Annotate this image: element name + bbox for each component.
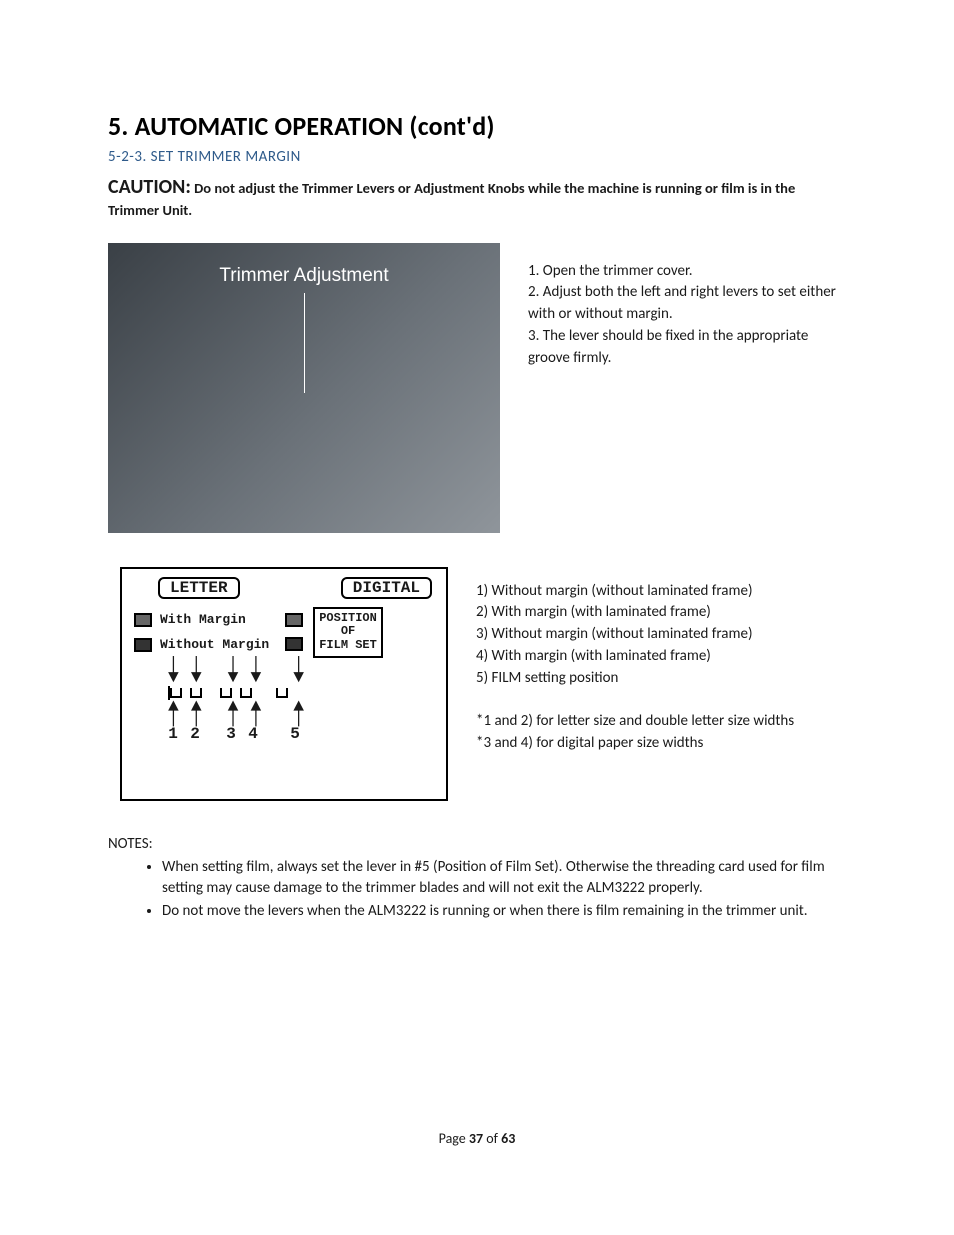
step-2: 2. Adjust both the left and right levers…	[528, 282, 846, 326]
diagram-and-list-row: LETTER DIGITAL With Margin Without Margi…	[108, 567, 846, 801]
footer-prefix: Page	[439, 1130, 469, 1147]
trimmer-adjustment-photo: Trimmer Adjustment	[108, 243, 500, 533]
diagram-up-arrows: ▲│ ▲│ ▲│ ▲│ ▲│	[128, 700, 440, 724]
legend-square-icon	[285, 613, 303, 627]
caution-label: CAUTION:	[108, 175, 191, 199]
margin-option-3: 3) Without margin (without laminated fra…	[476, 624, 794, 646]
section-heading: 5. AUTOMATIC OPERATION (cont'd)	[108, 110, 846, 142]
step-1: 1. Open the trimmer cover.	[528, 261, 846, 283]
footer-of: of	[483, 1130, 501, 1147]
caution-paragraph: CAUTION: Do not adjust the Trimmer Lever…	[108, 174, 846, 221]
margin-option-2: 2) With margin (with laminated frame)	[476, 602, 794, 624]
notes-label: NOTES:	[108, 835, 846, 853]
filmset-line: OF	[319, 625, 377, 639]
margin-option-5: 5) FILM setting position	[476, 668, 794, 690]
margin-footnote-2: *3 and 4) for digital paper size widths	[476, 733, 794, 755]
diagram-slots	[168, 686, 404, 700]
caution-text: Do not adjust the Trimmer Levers or Adju…	[108, 179, 795, 219]
diagram-down-arrows: │▼ │▼ │▼ │▼ │▼	[128, 660, 440, 684]
legend-without-margin: Without Margin	[160, 637, 269, 652]
page-footer: Page 37 of 63	[0, 1130, 954, 1147]
filmset-line: POSITION	[319, 612, 377, 626]
diagram-position-numbers: 1 2 3 4 5	[128, 723, 440, 743]
notes-section: NOTES: When setting film, always set the…	[108, 835, 846, 922]
note-item: Do not move the levers when the ALM3222 …	[162, 901, 846, 922]
footer-page-current: 37	[469, 1130, 483, 1147]
step-3: 3. The lever should be fixed in the appr…	[528, 326, 846, 370]
legend-square-icon	[134, 638, 152, 652]
photo-and-steps-row: Trimmer Adjustment 1. Open the trimmer c…	[108, 243, 846, 533]
diagram-pill-digital: DIGITAL	[341, 577, 432, 599]
margin-option-4: 4) With margin (with laminated frame)	[476, 646, 794, 668]
legend-square-icon	[285, 637, 303, 651]
filmset-line: FILM SET	[319, 639, 377, 653]
photo-callout-line	[304, 293, 305, 393]
photo-caption: Trimmer Adjustment	[108, 265, 500, 287]
margin-option-1: 1) Without margin (without laminated fra…	[476, 581, 794, 603]
adjustment-steps: 1. Open the trimmer cover. 2. Adjust bot…	[528, 243, 846, 370]
margin-footnote-1: *1 and 2) for letter size and double let…	[476, 711, 794, 733]
footer-page-total: 63	[501, 1130, 515, 1147]
note-item: When setting film, always set the lever …	[162, 857, 846, 899]
margin-options-list: 1) Without margin (without laminated fra…	[476, 567, 794, 755]
diagram-pill-letter: LETTER	[158, 577, 240, 599]
subsection-heading: 5-2-3. SET TRIMMER MARGIN	[108, 148, 846, 166]
legend-with-margin: With Margin	[160, 612, 246, 627]
trimmer-position-diagram: LETTER DIGITAL With Margin Without Margi…	[120, 567, 448, 801]
diagram-filmset-box: POSITION OF FILM SET	[313, 607, 383, 658]
legend-square-icon	[134, 613, 152, 627]
